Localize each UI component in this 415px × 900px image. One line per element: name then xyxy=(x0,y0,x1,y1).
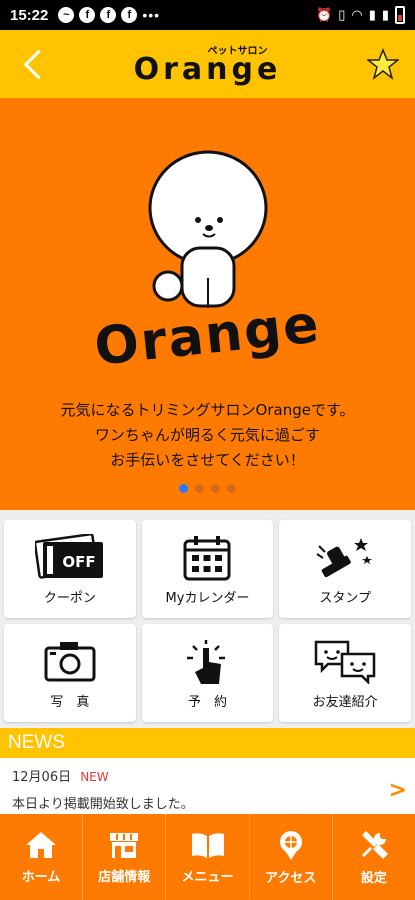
reserve-tap-icon xyxy=(187,640,226,684)
book-icon xyxy=(191,832,224,858)
calendar-icon xyxy=(183,536,231,581)
facebook-icon: f xyxy=(79,7,96,23)
carousel-indicator[interactable] xyxy=(0,484,415,493)
nav-item-menu[interactable]: メニュー xyxy=(166,814,250,900)
wifi-icon: ◠ xyxy=(351,7,363,22)
signal-icon: ▮ xyxy=(381,7,389,22)
hero-text-line: お手伝いをさせてください！ xyxy=(110,451,305,469)
menu-tile-label: クーポン xyxy=(43,591,96,606)
signal-icon: ▮ xyxy=(368,7,376,22)
map-pin-icon xyxy=(279,830,302,860)
bottom-navigation: ホーム 店舗情報 メニュー アクセス 設定 xyxy=(0,814,415,900)
nav-item-store[interactable]: 店舗情報 xyxy=(83,814,167,900)
hero-text-line: 元気になるトリミングサロンOrangeです。 xyxy=(60,401,355,419)
favorite-star-icon[interactable] xyxy=(367,48,399,80)
vibrate-icon: ▯ xyxy=(338,7,346,22)
facebook-icon: f xyxy=(121,7,138,23)
news-heading: NEWS xyxy=(0,728,415,758)
carousel-dot[interactable] xyxy=(195,484,204,493)
menu-tile-friend[interactable]: お友達紹介 xyxy=(279,624,411,722)
more-notifications-icon: ••• xyxy=(142,7,161,23)
nav-label: 設定 xyxy=(360,870,387,886)
system-icons: ⏰ ▯ ◠ ▮ ▮ xyxy=(316,6,405,24)
menu-tile-label: Myカレンダー xyxy=(165,591,250,606)
menu-grid: OFF クーポン Myカレンダー スタンプ 写 真 予 約 お友達紹介 xyxy=(0,520,415,724)
dog-mascot-illustration xyxy=(148,150,268,308)
hero-text-line: ワンちゃんが明るく元気に過ごす xyxy=(94,426,321,444)
carousel-dot-active[interactable] xyxy=(179,484,188,493)
nav-label: アクセス xyxy=(265,870,317,886)
messenger-icon: ~ xyxy=(58,7,75,23)
menu-tile-label: お友達紹介 xyxy=(312,695,378,710)
camera-icon xyxy=(44,642,96,682)
menu-tile-calendar[interactable]: Myカレンダー xyxy=(141,520,274,618)
menu-tile-label: スタンプ xyxy=(319,591,371,606)
battery-icon xyxy=(395,6,405,24)
nav-item-home[interactable]: ホーム xyxy=(0,814,84,900)
status-bar: 15:22 ~ f f f ••• ⏰ ▯ ◠ ▮ ▮ xyxy=(0,0,415,30)
nav-item-access[interactable]: アクセス xyxy=(250,814,333,900)
news-text: 本日より掲載開始致しました。 xyxy=(12,797,194,812)
news-new-badge: NEW xyxy=(80,770,109,784)
nav-label: メニュー xyxy=(181,869,234,885)
hero-description: 元気になるトリミングサロンOrangeです。 ワンちゃんが明るく元気に過ごす お… xyxy=(0,398,415,473)
menu-tile-photo[interactable]: 写 真 xyxy=(4,624,136,722)
alarm-icon: ⏰ xyxy=(316,7,333,22)
notification-icons: ~ f f f ••• xyxy=(58,7,160,23)
brand-title: Orange xyxy=(133,52,282,87)
tools-icon xyxy=(361,830,388,859)
nav-label: 店舗情報 xyxy=(98,869,151,885)
coupon-icon: OFF xyxy=(34,534,103,579)
nav-item-settings[interactable]: 設定 xyxy=(333,814,415,900)
coupon-badge-text: OFF xyxy=(62,553,95,571)
app-header: ペットサロン Orange xyxy=(0,30,415,98)
stamp-icon xyxy=(316,538,373,578)
chevron-right-icon[interactable]: > xyxy=(389,778,407,803)
menu-tile-stamp[interactable]: スタンプ xyxy=(279,520,411,618)
menu-tile-coupon[interactable]: OFF クーポン xyxy=(4,520,136,618)
home-icon xyxy=(26,831,57,858)
carousel-dot[interactable] xyxy=(227,484,236,493)
news-date: 12月06日 xyxy=(12,770,72,785)
carousel-dot[interactable] xyxy=(211,484,220,493)
news-item[interactable]: 12月06日 NEW 本日より掲載開始致しました。 > xyxy=(0,758,415,814)
facebook-icon: f xyxy=(100,7,117,23)
nav-label: ホーム xyxy=(21,869,61,885)
menu-tile-reserve[interactable]: 予 約 xyxy=(141,624,274,722)
status-time: 15:22 xyxy=(10,6,49,24)
friend-chat-icon xyxy=(314,640,376,684)
menu-tile-label: 写 真 xyxy=(50,695,90,710)
hero-banner[interactable]: Orange 元気になるトリミングサロンOrangeです。 ワンちゃんが明るく元… xyxy=(0,98,415,510)
menu-tile-label: 予 約 xyxy=(187,695,227,710)
store-icon xyxy=(110,832,139,858)
